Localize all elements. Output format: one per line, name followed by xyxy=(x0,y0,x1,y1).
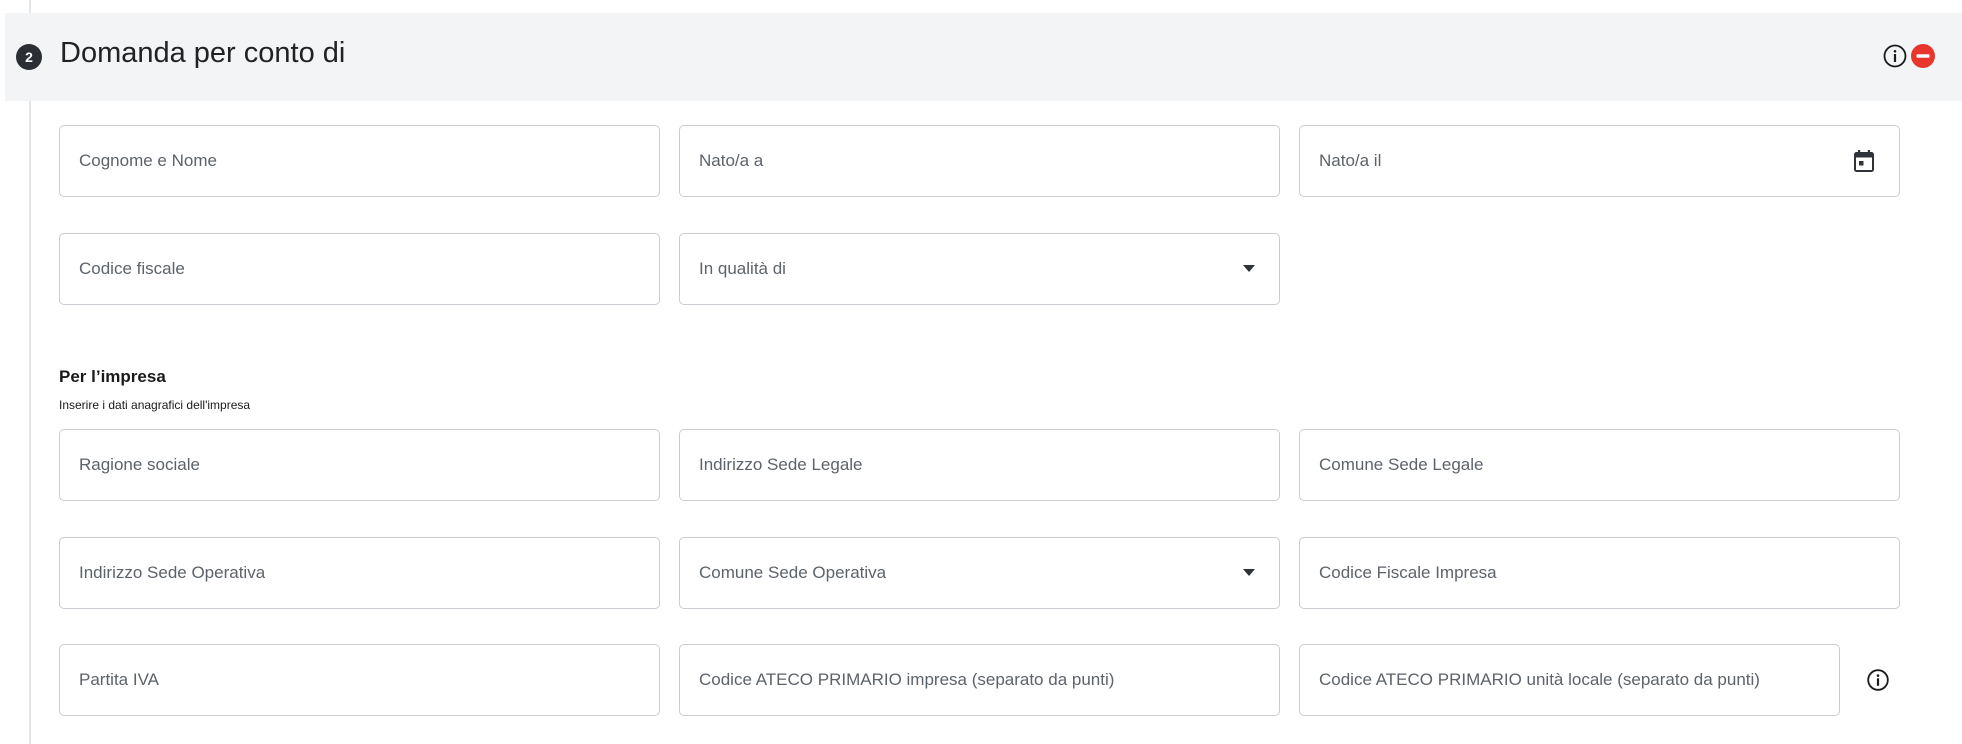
full-name-placeholder: Cognome e Nome xyxy=(79,151,217,170)
vat-number-field[interactable]: Partita IVA xyxy=(59,644,660,716)
full-name-field[interactable]: Cognome e Nome xyxy=(59,125,660,197)
operating-city-select[interactable]: Comune Sede Operativa xyxy=(679,537,1280,609)
legal-address-placeholder: Indirizzo Sede Legale xyxy=(699,455,863,474)
legal-city-placeholder: Comune Sede Legale xyxy=(1319,455,1484,474)
ateco-local-unit-placeholder: Codice ATECO PRIMARIO unità locale (sepa… xyxy=(1319,670,1760,689)
operating-address-placeholder: Indirizzo Sede Operativa xyxy=(79,563,266,582)
birth-date-placeholder: Nato/a il xyxy=(1319,151,1382,170)
company-name-placeholder: Ragione sociale xyxy=(79,455,200,474)
info-circle-icon[interactable] xyxy=(1882,43,1908,69)
legal-city-field[interactable]: Comune Sede Legale xyxy=(1299,429,1900,501)
company-name-field[interactable]: Ragione sociale xyxy=(59,429,660,501)
ateco-company-placeholder: Codice ATECO PRIMARIO impresa (separato … xyxy=(699,670,1115,689)
birth-date-field[interactable]: Nato/a il xyxy=(1299,125,1900,197)
operating-city-placeholder: Comune Sede Operativa xyxy=(699,563,887,582)
ateco-company-field[interactable]: Codice ATECO PRIMARIO impresa (separato … xyxy=(679,644,1280,716)
birth-place-placeholder: Nato/a a xyxy=(699,151,764,170)
company-tax-code-field[interactable]: Codice Fiscale Impresa xyxy=(1299,537,1900,609)
ateco-local-unit-field[interactable]: Codice ATECO PRIMARIO unità locale (sepa… xyxy=(1299,644,1840,716)
tax-code-placeholder: Codice fiscale xyxy=(79,259,185,278)
section-header-actions xyxy=(1882,43,1936,69)
info-circle-icon[interactable] xyxy=(1866,668,1890,692)
company-tax-code-placeholder: Codice Fiscale Impresa xyxy=(1319,563,1497,582)
legal-address-field[interactable]: Indirizzo Sede Legale xyxy=(679,429,1280,501)
minus-circle-icon[interactable] xyxy=(1910,43,1936,69)
section-header: 2 Domanda per conto di xyxy=(5,13,1962,101)
section-left-rule xyxy=(29,0,31,744)
operating-address-field[interactable]: Indirizzo Sede Operativa xyxy=(59,537,660,609)
caret-down-icon[interactable] xyxy=(1243,265,1255,273)
role-placeholder: In qualità di xyxy=(699,259,786,278)
company-subsection-title: Per l’impresa xyxy=(59,367,166,386)
role-select[interactable]: In qualità di xyxy=(679,233,1280,305)
caret-down-icon[interactable] xyxy=(1243,569,1255,577)
tax-code-field[interactable]: Codice fiscale xyxy=(59,233,660,305)
section-title: Domanda per conto di xyxy=(60,37,346,69)
step-number-badge: 2 xyxy=(16,44,42,70)
birth-place-field[interactable]: Nato/a a xyxy=(679,125,1280,197)
calendar-icon[interactable] xyxy=(1853,149,1875,173)
company-subsection-hint: Inserire i dati anagrafici dell'impresa xyxy=(59,398,251,412)
vat-number-placeholder: Partita IVA xyxy=(79,670,159,689)
